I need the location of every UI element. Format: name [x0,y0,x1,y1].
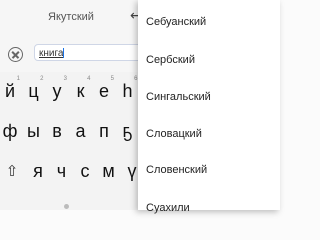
language-title: Якутский [48,11,94,23]
key-hint: 5 [110,76,114,82]
menu-item[interactable]: Словацкий [146,127,202,141]
text-caret [63,48,65,59]
key-с[interactable]: с [73,154,97,188]
menu-item[interactable]: Словенский [146,163,207,177]
key-label: е [98,81,109,101]
key-я[interactable]: я [26,154,50,188]
key-а[interactable]: а [69,114,93,148]
key-й[interactable]: й1 [0,74,22,108]
key-label: ф [2,121,18,141]
key-ы[interactable]: ы [22,114,46,148]
keyboard-row-2: фывапҕ [0,114,145,148]
key-hint: 1 [16,76,20,82]
key-label: п [99,121,109,141]
key-ц[interactable]: ц2 [22,74,46,108]
keyboard-dot [64,204,69,209]
key-к[interactable]: к4 [69,74,93,108]
key-label: ч [56,161,67,181]
key-label: в [52,121,62,141]
key-hint: 2 [40,76,44,82]
search-input[interactable]: книга [34,44,145,61]
key-label: с [80,161,90,181]
key-label: а [75,121,86,141]
key-ҕ[interactable]: ҕ [116,114,140,148]
key-label: я [33,161,43,181]
key-ф[interactable]: ф [0,114,22,148]
key-һ[interactable]: һ6 [116,74,140,108]
key-label: ц [28,81,39,101]
key-label: ы [27,121,40,141]
key-label: м [102,161,115,181]
menu-item[interactable]: Сингальский [146,90,211,104]
menu-item[interactable]: Суахили [146,201,190,215]
clear-icon[interactable] [8,47,23,62]
key-hint: 3 [63,76,67,82]
key-label: й [4,81,16,101]
keyboard: й1ц2у3к4е5һ6 фывапҕ ⇧ ячсмү [0,72,145,210]
keyboard-panel: Якутский ↩ книга й1ц2у3к4е5һ6 фывапҕ ⇧ я… [0,0,145,210]
key-label: ү [127,161,137,181]
shift-icon[interactable]: ⇧ [2,154,22,188]
key-е[interactable]: е5 [92,74,116,108]
key-label: к [76,81,85,101]
menu-item[interactable]: Сербский [146,53,195,67]
key-в[interactable]: в [45,114,69,148]
key-у[interactable]: у3 [45,74,69,108]
key-ч[interactable]: ч [50,154,74,188]
key-label: һ [122,81,133,101]
key-hint: 4 [87,76,91,82]
key-hint: 6 [134,76,138,82]
key-п[interactable]: п [92,114,116,148]
keyboard-row-3: ⇧ ячсмү [0,154,145,188]
language-menu: Себуанский Сербский Сингальский Словацкий Сл… [138,0,280,214]
key-label: у [52,81,62,101]
key-м[interactable]: м [97,154,121,188]
key-label: ҕ [122,121,133,141]
menu-item[interactable]: Себуанский [146,15,206,29]
keyboard-bottom-row [0,198,145,210]
keyboard-row-1: й1ц2у3к4е5һ6 [0,74,145,108]
search-value: книга [39,48,64,59]
